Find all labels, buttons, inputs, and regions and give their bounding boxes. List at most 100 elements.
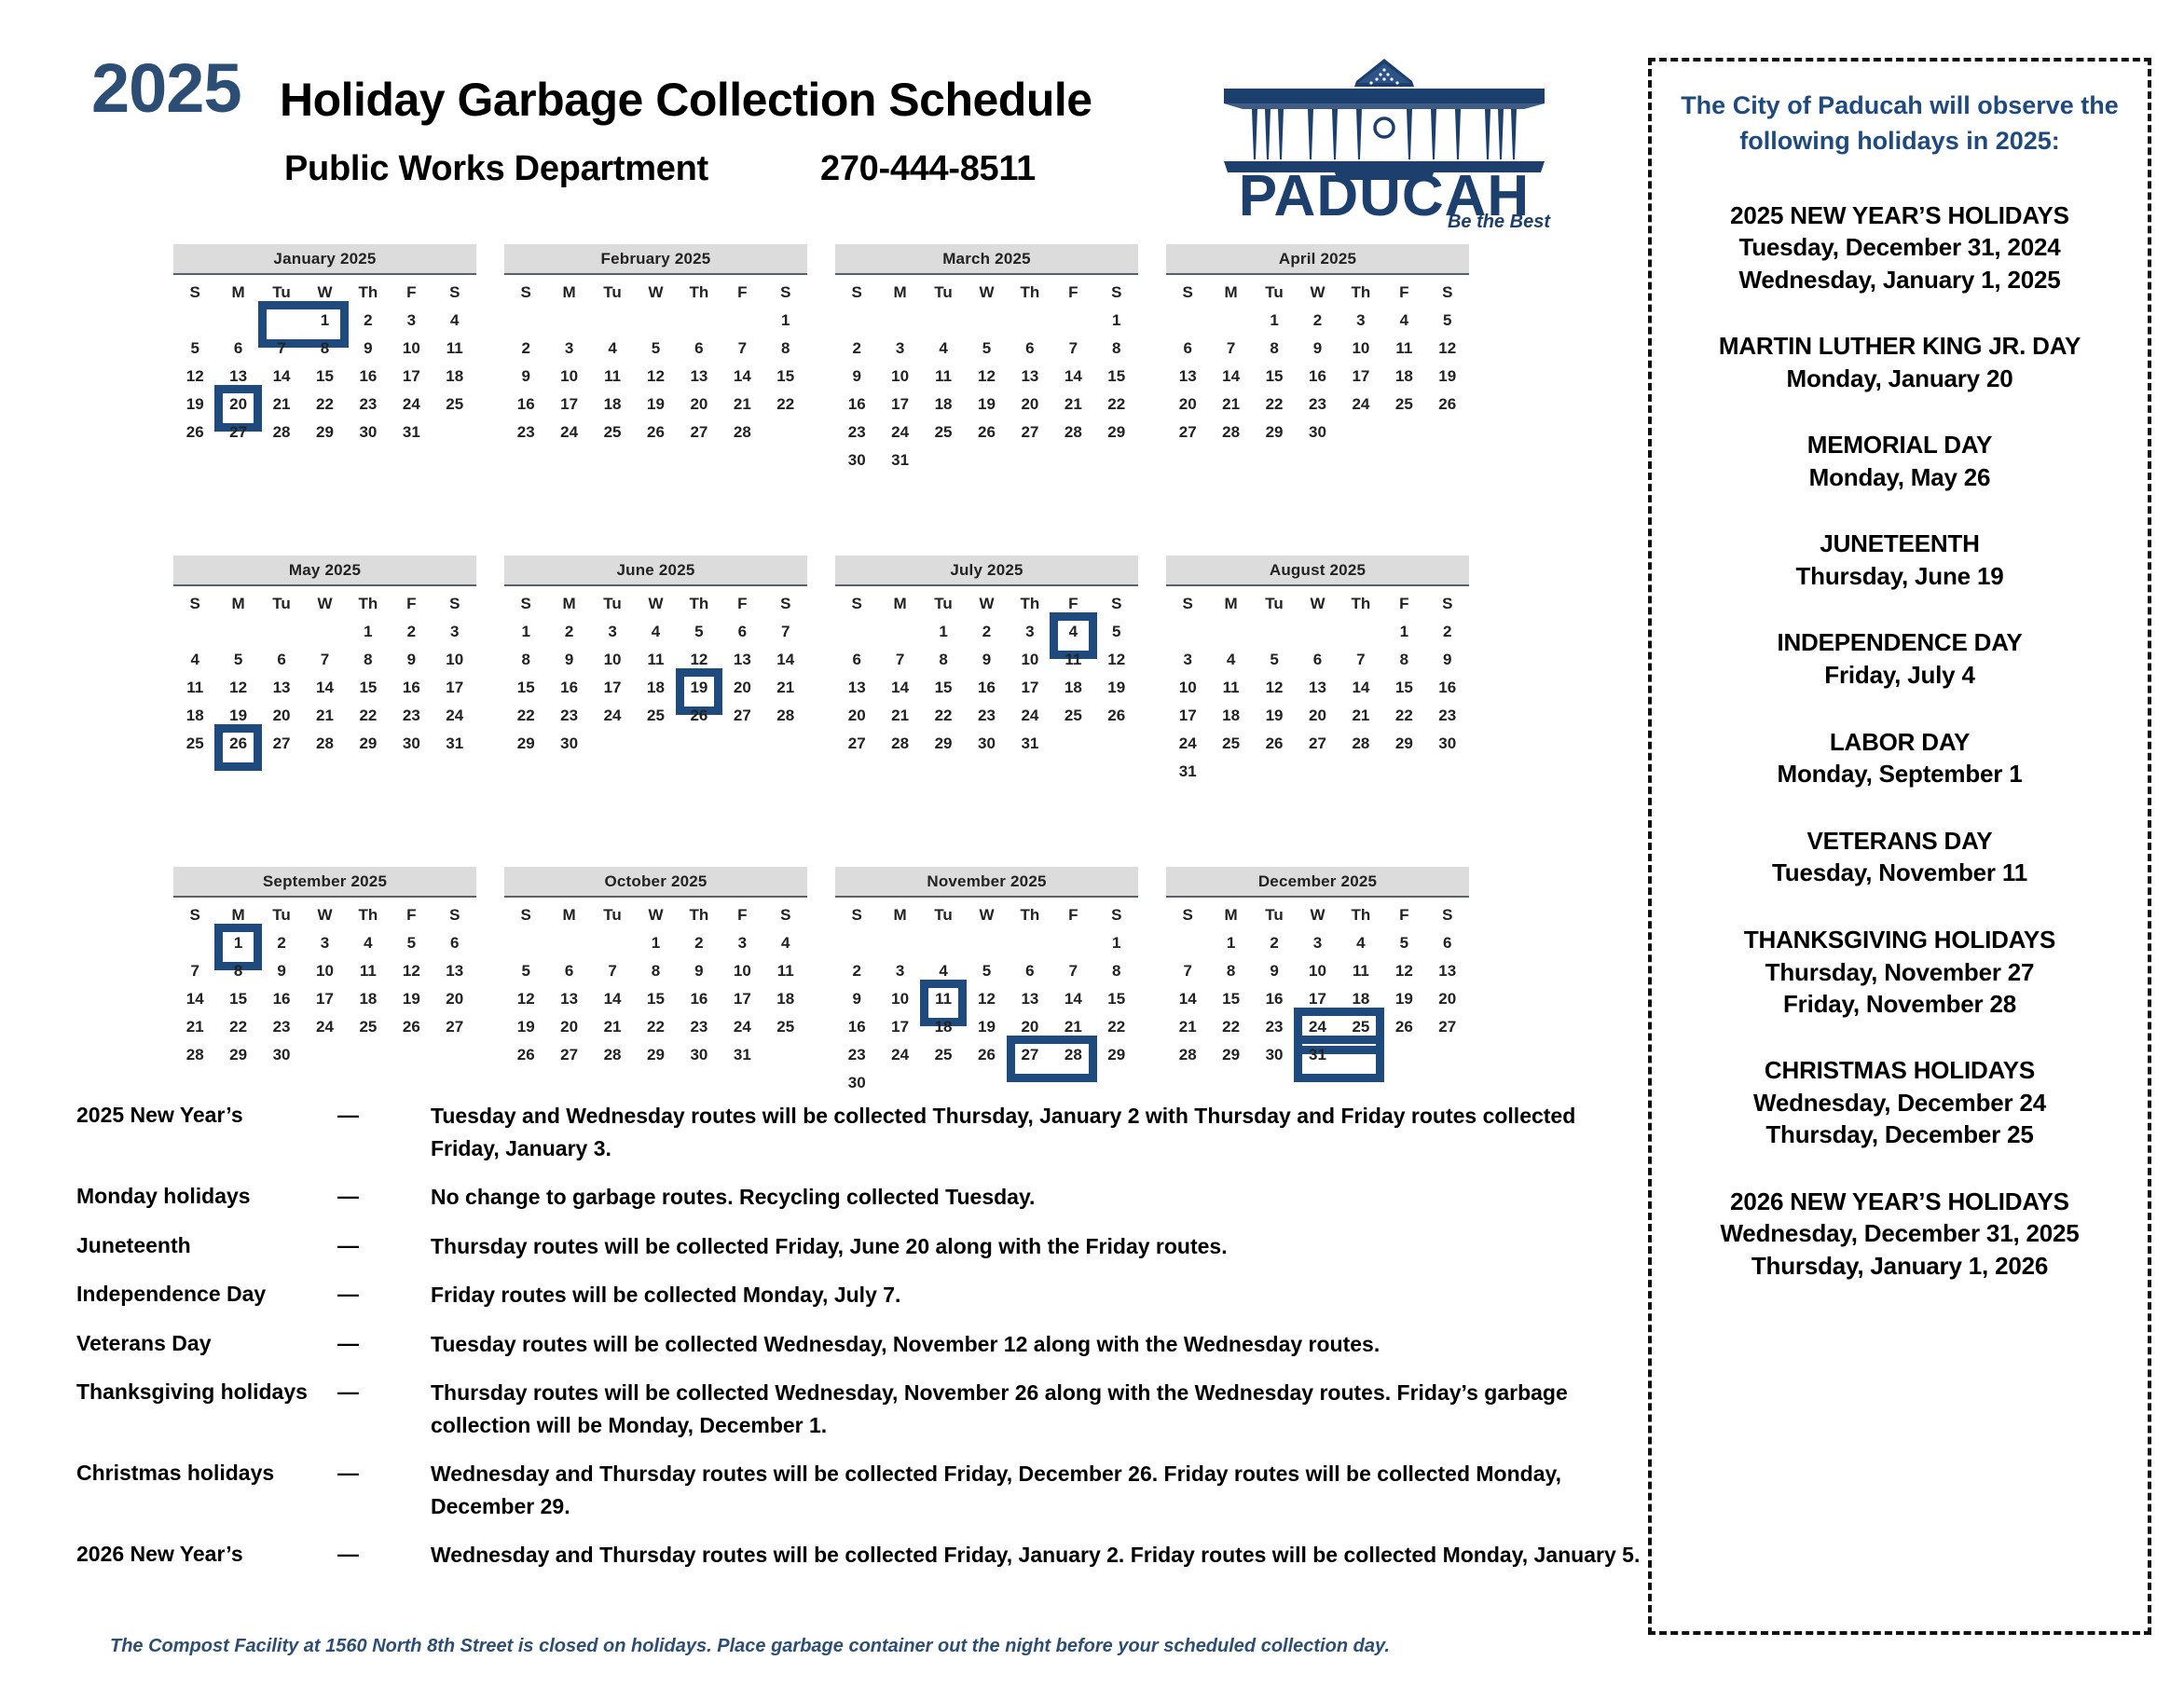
day-cell[interactable]: 4 (591, 335, 634, 363)
day-cell[interactable]: 26 (634, 419, 677, 446)
day-cell[interactable]: 28 (1051, 1041, 1094, 1069)
day-cell[interactable]: 29 (1095, 419, 1138, 446)
day-cell[interactable]: 4 (764, 929, 807, 957)
day-cell[interactable]: 15 (922, 674, 965, 702)
day-cell[interactable]: 3 (303, 929, 346, 957)
day-cell[interactable]: 3 (1009, 618, 1051, 646)
day-cell[interactable]: 6 (1009, 957, 1051, 985)
day-cell[interactable]: 13 (547, 985, 590, 1013)
day-cell[interactable]: 7 (764, 618, 807, 646)
day-cell[interactable]: 6 (835, 646, 878, 674)
day-cell[interactable]: 27 (433, 1013, 476, 1041)
day-cell[interactable]: 12 (678, 646, 721, 674)
day-cell[interactable]: 4 (433, 307, 476, 335)
day-cell[interactable]: 16 (835, 1013, 878, 1041)
day-cell[interactable]: 4 (1339, 929, 1382, 957)
day-cell[interactable]: 15 (216, 985, 259, 1013)
day-cell[interactable]: 14 (764, 646, 807, 674)
day-cell[interactable]: 3 (1339, 307, 1382, 335)
day-cell[interactable]: 29 (1095, 1041, 1138, 1069)
day-cell[interactable]: 22 (216, 1013, 259, 1041)
day-cell[interactable]: 20 (260, 702, 303, 730)
day-cell[interactable]: 5 (216, 646, 259, 674)
day-cell[interactable]: 16 (347, 363, 390, 391)
day-cell[interactable]: 5 (1382, 929, 1425, 957)
day-cell[interactable]: 15 (303, 363, 346, 391)
day-cell[interactable]: 19 (1095, 674, 1138, 702)
day-cell[interactable]: 23 (260, 1013, 303, 1041)
day-cell[interactable]: 10 (878, 985, 921, 1013)
day-cell[interactable]: 18 (1382, 363, 1425, 391)
day-cell[interactable]: 19 (390, 985, 433, 1013)
day-cell[interactable]: 25 (922, 419, 965, 446)
day-cell[interactable]: 8 (1095, 335, 1138, 363)
day-cell[interactable]: 1 (1253, 307, 1296, 335)
day-cell[interactable]: 1 (1209, 929, 1252, 957)
day-cell[interactable]: 20 (216, 391, 259, 419)
day-cell[interactable]: 11 (764, 957, 807, 985)
day-cell[interactable]: 19 (678, 674, 721, 702)
day-cell[interactable]: 30 (1296, 419, 1339, 446)
day-cell[interactable]: 5 (634, 335, 677, 363)
day-cell[interactable]: 22 (1095, 391, 1138, 419)
day-cell[interactable]: 5 (1426, 307, 1469, 335)
day-cell[interactable]: 24 (433, 702, 476, 730)
day-cell[interactable]: 10 (1296, 957, 1339, 985)
day-cell[interactable]: 28 (1209, 419, 1252, 446)
day-cell[interactable]: 7 (721, 335, 763, 363)
day-cell[interactable]: 18 (433, 363, 476, 391)
day-cell[interactable]: 13 (678, 363, 721, 391)
day-cell[interactable]: 9 (678, 957, 721, 985)
day-cell[interactable]: 22 (634, 1013, 677, 1041)
day-cell[interactable]: 20 (721, 674, 763, 702)
day-cell[interactable]: 6 (433, 929, 476, 957)
day-cell[interactable]: 2 (965, 618, 1008, 646)
day-cell[interactable]: 6 (678, 335, 721, 363)
day-cell[interactable]: 1 (504, 618, 547, 646)
day-cell[interactable]: 7 (173, 957, 216, 985)
day-cell[interactable]: 12 (634, 363, 677, 391)
day-cell[interactable]: 23 (835, 1041, 878, 1069)
day-cell[interactable]: 22 (1095, 1013, 1138, 1041)
day-cell[interactable]: 3 (547, 335, 590, 363)
day-cell[interactable]: 29 (922, 730, 965, 758)
day-cell[interactable]: 16 (835, 391, 878, 419)
day-cell[interactable]: 20 (1009, 391, 1051, 419)
day-cell[interactable]: 21 (591, 1013, 634, 1041)
day-cell[interactable]: 28 (1339, 730, 1382, 758)
day-cell[interactable]: 29 (1209, 1041, 1252, 1069)
day-cell[interactable]: 30 (965, 730, 1008, 758)
day-cell[interactable]: 25 (433, 391, 476, 419)
day-cell[interactable]: 23 (390, 702, 433, 730)
day-cell[interactable]: 6 (260, 646, 303, 674)
day-cell[interactable]: 22 (303, 391, 346, 419)
day-cell[interactable]: 30 (390, 730, 433, 758)
day-cell[interactable]: 29 (504, 730, 547, 758)
day-cell[interactable]: 13 (433, 957, 476, 985)
day-cell[interactable]: 24 (1339, 391, 1382, 419)
day-cell[interactable]: 21 (1339, 702, 1382, 730)
day-cell[interactable]: 29 (1253, 419, 1296, 446)
day-cell[interactable]: 2 (1426, 618, 1469, 646)
day-cell[interactable]: 20 (1296, 702, 1339, 730)
day-cell[interactable]: 6 (1426, 929, 1469, 957)
day-cell[interactable]: 18 (922, 1013, 965, 1041)
day-cell[interactable]: 24 (303, 1013, 346, 1041)
day-cell[interactable]: 17 (1339, 363, 1382, 391)
day-cell[interactable]: 12 (390, 957, 433, 985)
day-cell[interactable]: 1 (216, 929, 259, 957)
day-cell[interactable]: 8 (764, 335, 807, 363)
day-cell[interactable]: 7 (878, 646, 921, 674)
day-cell[interactable]: 9 (504, 363, 547, 391)
day-cell[interactable]: 3 (878, 335, 921, 363)
day-cell[interactable]: 9 (347, 335, 390, 363)
day-cell[interactable]: 20 (433, 985, 476, 1013)
day-cell[interactable]: 27 (260, 730, 303, 758)
day-cell[interactable]: 24 (547, 419, 590, 446)
day-cell[interactable]: 7 (1051, 957, 1094, 985)
day-cell[interactable]: 31 (433, 730, 476, 758)
day-cell[interactable]: 28 (173, 1041, 216, 1069)
day-cell[interactable]: 26 (1426, 391, 1469, 419)
day-cell[interactable]: 23 (1253, 1013, 1296, 1041)
day-cell[interactable]: 18 (1209, 702, 1252, 730)
